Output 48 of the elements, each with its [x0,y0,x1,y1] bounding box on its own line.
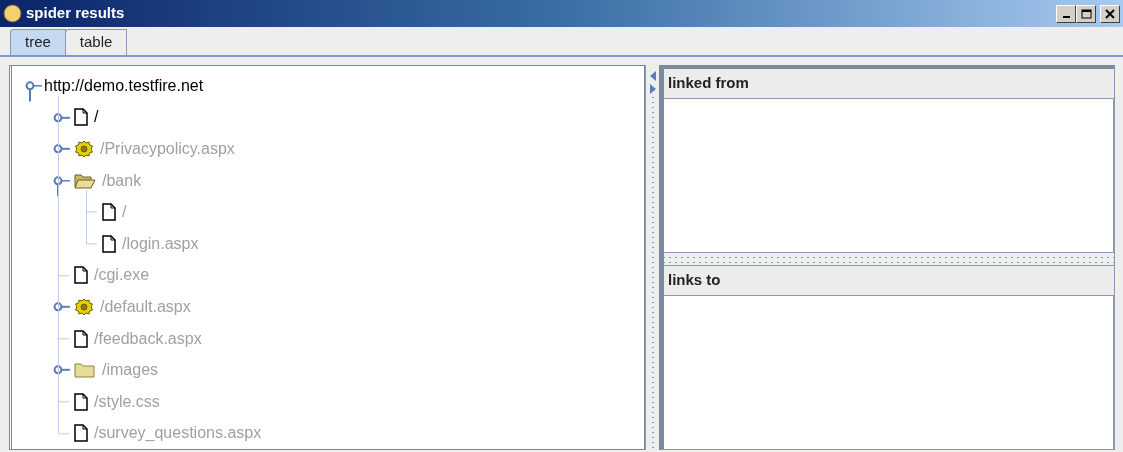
gear-icon [74,140,94,158]
tree-node-label[interactable]: /default.aspx [100,294,191,319]
gear-icon [74,297,94,316]
document-icon [74,392,88,411]
connector-line [85,211,98,213]
connector-line [57,432,70,434]
window-title: spider results [26,3,125,24]
tree-node-label[interactable]: /bank [102,168,142,193]
document-icon [102,203,116,222]
close-icon [1105,8,1115,19]
maximize-button[interactable] [1076,4,1096,23]
document-icon [74,329,88,348]
tree-node-label[interactable]: / [122,200,127,225]
folder-icon [74,361,96,380]
connector-line [57,274,70,276]
collapse-left-icon[interactable] [649,71,656,81]
expanded-handle-icon[interactable] [53,176,71,197]
tree-node-label[interactable]: /feedback.aspx [94,326,202,351]
collapsed-handle-icon[interactable] [53,302,71,312]
collapsed-handle-icon[interactable] [53,365,71,375]
tree-node-label[interactable]: /style.css [94,389,160,414]
expand-right-icon[interactable] [649,84,656,94]
document-icon [74,266,88,285]
connector-line [57,401,70,403]
splitter[interactable] [664,252,1114,266]
tab[interactable]: table [64,29,128,55]
expanded-handle-icon[interactable] [25,81,43,102]
document-icon [74,424,88,443]
collapsed-handle-icon[interactable] [53,112,71,122]
tree-node-label[interactable]: /images [102,358,159,383]
minimize-icon [1062,15,1070,18]
tab[interactable]: tree [10,29,66,55]
tree-node-label[interactable]: / [94,105,99,130]
tree-node-label[interactable]: /Privacypolicy.aspx [100,137,235,161]
tree-node-label[interactable]: /cgi.exe [94,263,150,288]
tree-node-label[interactable]: http://demo.testfire.net [44,73,204,98]
maximize-icon [1080,8,1092,19]
connector-line [85,243,98,245]
tree-node-label[interactable]: /login.aspx [122,231,199,256]
open-folder-icon [74,171,96,190]
tree-node-label[interactable]: /survey_questions.aspx [94,421,262,446]
document-icon [102,234,116,253]
app-icon [3,4,22,23]
collapsed-handle-icon[interactable] [53,144,71,154]
close-button[interactable] [1100,4,1120,23]
connector-line [57,338,70,340]
minimize-button[interactable] [1056,4,1076,23]
document-icon [74,108,88,127]
